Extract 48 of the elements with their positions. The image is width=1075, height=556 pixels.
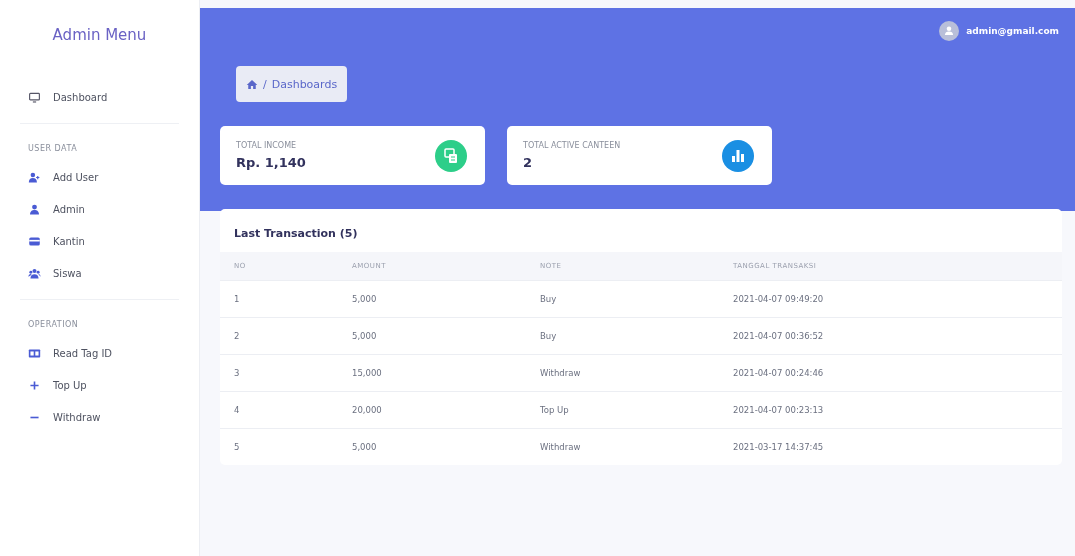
table-cell: 3 — [220, 354, 338, 392]
users-icon — [28, 266, 41, 280]
section-heading: OPERATION — [28, 320, 80, 329]
stat-label: TOTAL INCOME — [236, 141, 298, 150]
table-cell: 20,000 — [338, 391, 526, 429]
sidebar-item[interactable]: Withdraw — [20, 401, 179, 433]
table-cell: 2021-04-07 09:49:20 — [719, 280, 1062, 318]
table-cell: Top Up — [526, 391, 719, 429]
table-cell: 2021-03-17 14:37:45 — [719, 428, 1062, 465]
home-icon[interactable] — [246, 78, 258, 90]
avatar-icon[interactable] — [939, 21, 960, 41]
sidebar-item[interactable]: Dashboard — [20, 81, 179, 113]
table-cell: 5 — [220, 428, 338, 465]
table-cell: Buy — [526, 317, 719, 355]
card-icon — [28, 234, 41, 248]
section-heading: USER DATA — [28, 144, 79, 153]
sidebar-title: Admin Menu — [51, 26, 148, 44]
table-cell: 2021-04-07 00:24:46 — [719, 354, 1062, 392]
plus-icon — [28, 378, 41, 392]
user-icon — [28, 202, 41, 216]
table-cell: Withdraw — [526, 428, 719, 465]
stat-label: TOTAL ACTIVE CANTEEN — [523, 141, 621, 150]
table-cell: 2021-04-07 00:23:13 — [719, 391, 1062, 429]
table-cell: 2 — [220, 317, 338, 355]
sidebar-item[interactable]: Kantin — [20, 225, 179, 257]
breadcrumb-link[interactable]: Dashboards — [271, 77, 338, 91]
id-card-icon — [28, 346, 41, 360]
table-cell: 1 — [220, 280, 338, 318]
breadcrumb-separator: / — [263, 77, 267, 91]
table-cell: 5,000 — [338, 317, 526, 355]
table-cell: Withdraw — [526, 354, 719, 392]
user-plus-icon — [28, 170, 41, 184]
table-cell: 15,000 — [338, 354, 526, 392]
sidebar-item[interactable]: Siswa — [20, 257, 179, 289]
table-cell: 4 — [220, 391, 338, 429]
table-cell: 2021-04-07 00:36:52 — [719, 317, 1062, 355]
table-cell: 5,000 — [338, 280, 526, 318]
stat-value: 2 — [523, 155, 534, 170]
table-cell: 5,000 — [338, 428, 526, 465]
stat-value: Rp. 1,140 — [236, 155, 306, 170]
table-cell: Buy — [526, 280, 719, 318]
sidebar-item[interactable]: Admin — [20, 193, 179, 225]
sidebar-item[interactable]: Add User — [20, 161, 179, 193]
sidebar-item[interactable]: Top Up — [20, 369, 179, 401]
sidebar-item[interactable]: Read Tag ID — [20, 337, 179, 369]
card-title: Last Transaction (5) — [233, 226, 359, 242]
user-email[interactable]: admin@gmail.com — [966, 26, 1059, 36]
monitor-icon — [28, 90, 41, 104]
